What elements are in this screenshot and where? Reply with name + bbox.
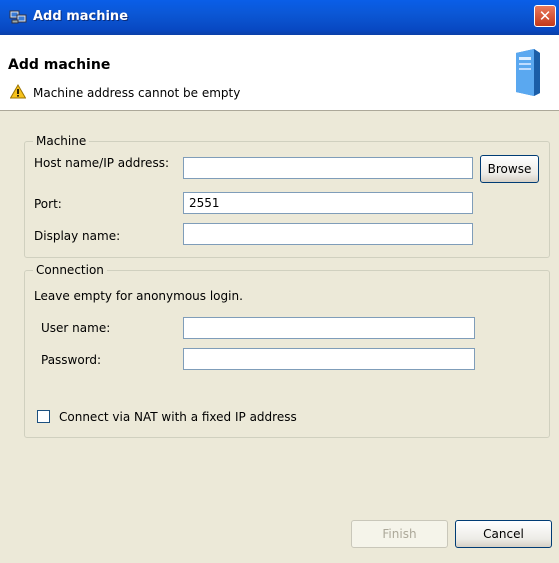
display-name-label: Display name:	[34, 229, 121, 243]
dialog-header: Add machine Machine address cannot be em…	[0, 35, 559, 111]
host-label: Host name/IP address:	[34, 156, 169, 170]
close-button[interactable]: ✕	[534, 5, 556, 27]
cancel-button[interactable]: Cancel	[455, 520, 552, 548]
connection-group-label: Connection	[33, 263, 107, 277]
warning-icon	[10, 84, 26, 99]
add-machine-dialog: Add machine ✕ Add machine Machine addres…	[0, 0, 559, 563]
page-title: Add machine	[8, 57, 111, 73]
server-icon	[516, 49, 540, 96]
title-bar[interactable]: Add machine ✕	[0, 0, 559, 35]
validation-message: Machine address cannot be empty	[33, 86, 241, 100]
user-name-label: User name:	[41, 321, 111, 335]
host-input[interactable]	[183, 157, 473, 179]
nat-checkbox[interactable]	[37, 410, 50, 423]
user-name-input[interactable]	[183, 317, 475, 339]
finish-button[interactable]: Finish	[351, 520, 448, 548]
password-label: Password:	[41, 353, 102, 367]
password-input[interactable]	[183, 348, 475, 370]
anonymous-login-note: Leave empty for anonymous login.	[34, 289, 243, 303]
machine-group-label: Machine	[33, 134, 90, 148]
network-computers-icon	[9, 10, 27, 24]
port-input[interactable]	[183, 192, 473, 214]
nat-checkbox-label[interactable]: Connect via NAT with a fixed IP address	[59, 410, 297, 424]
port-label: Port:	[34, 197, 62, 211]
browse-button[interactable]: Browse	[480, 155, 539, 183]
window-title: Add machine	[33, 9, 129, 24]
close-icon: ✕	[538, 7, 552, 25]
display-name-input[interactable]	[183, 223, 473, 245]
